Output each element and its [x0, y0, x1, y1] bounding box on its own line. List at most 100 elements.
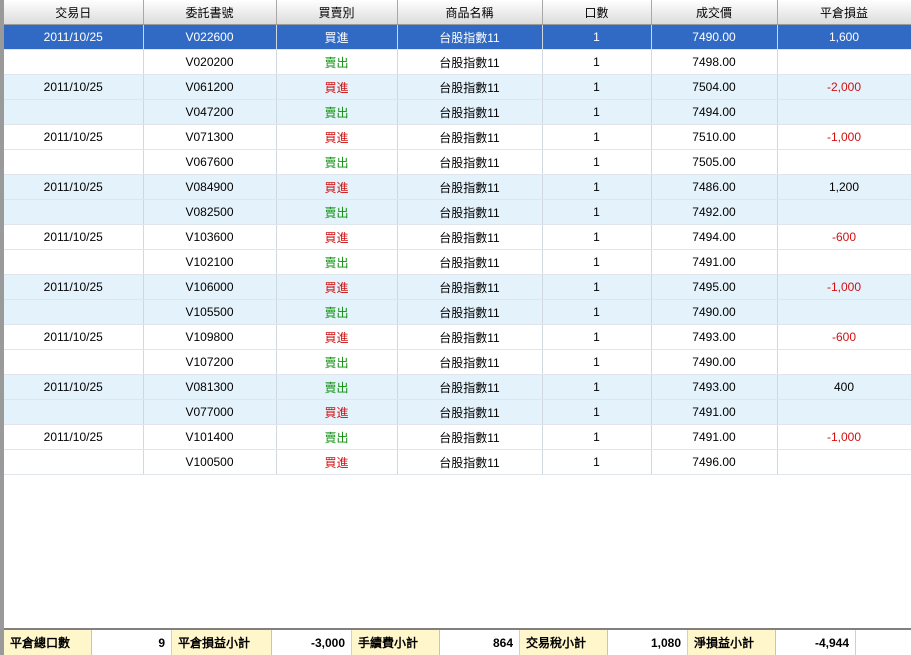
order-no-cell: V081300: [143, 374, 277, 400]
trade-date-cell: [4, 99, 144, 125]
trade-date-cell: [4, 249, 144, 275]
order-no-cell: V107200: [143, 349, 277, 375]
product-cell: 台股指數11: [397, 299, 543, 325]
pl-cell: [777, 299, 911, 325]
table-row[interactable]: 2011/10/25 V084900 買進 台股指數11 1 7486.00 1,200: [4, 174, 911, 200]
footer-filler: [856, 630, 911, 655]
order-no-cell: V102100: [143, 249, 277, 275]
qty-cell: 1: [542, 449, 652, 475]
table-row[interactable]: V082500 賣出 台股指數11 1 7492.00: [4, 199, 911, 225]
trade-date-cell: 2011/10/25: [4, 174, 144, 200]
qty-cell: 1: [542, 24, 652, 50]
side-cell: 買進: [276, 124, 398, 150]
qty-cell: 1: [542, 299, 652, 325]
table-row[interactable]: V047200 賣出 台股指數11 1 7494.00: [4, 99, 911, 125]
pl-cell: [777, 199, 911, 225]
side-cell: 賣出: [276, 49, 398, 75]
product-cell: 台股指數11: [397, 249, 543, 275]
pl-cell: -1,000: [777, 124, 911, 150]
table-row[interactable]: V100500 買進 台股指數11 1 7496.00: [4, 449, 911, 475]
price-cell: 7496.00: [651, 449, 778, 475]
trade-date-cell: 2011/10/25: [4, 74, 144, 100]
trade-date-cell: 2011/10/25: [4, 324, 144, 350]
tax-subtotal-value: 1,080: [608, 630, 688, 655]
trade-date-cell: [4, 149, 144, 175]
table-row[interactable]: 2011/10/25 V071300 買進 台股指數11 1 7510.00 -1,000: [4, 124, 911, 150]
trade-date-cell: 2011/10/25: [4, 424, 144, 450]
side-cell: 買進: [276, 24, 398, 50]
qty-cell: 1: [542, 349, 652, 375]
pl-cell: [777, 349, 911, 375]
order-no-cell: V105500: [143, 299, 277, 325]
pl-cell: -2,000: [777, 74, 911, 100]
trade-date-cell: [4, 449, 144, 475]
fee-subtotal-value: 864: [440, 630, 520, 655]
price-cell: 7495.00: [651, 274, 778, 300]
column-header-order-no[interactable]: 委託書號: [143, 0, 277, 25]
pl-cell: 400: [777, 374, 911, 400]
summary-bar: 平倉總口數 9 平倉損益小計 -3,000 手續費小計 864 交易稅小計 1,…: [4, 628, 911, 655]
table-row[interactable]: 2011/10/25 V101400 賣出 台股指數11 1 7491.00 -1,000: [4, 424, 911, 450]
column-header-product[interactable]: 商品名稱: [397, 0, 543, 25]
product-cell: 台股指數11: [397, 374, 543, 400]
table-row[interactable]: V067600 賣出 台股指數11 1 7505.00: [4, 149, 911, 175]
total-lots-value: 9: [92, 630, 172, 655]
column-header-price[interactable]: 成交價: [651, 0, 778, 25]
pl-subtotal-label: 平倉損益小計: [172, 630, 272, 655]
table-row[interactable]: V020200 賣出 台股指數11 1 7498.00: [4, 49, 911, 75]
table-row[interactable]: V077000 買進 台股指數11 1 7491.00: [4, 399, 911, 425]
table-row[interactable]: V102100 賣出 台股指數11 1 7491.00: [4, 249, 911, 275]
table-row[interactable]: 2011/10/25 V103600 買進 台股指數11 1 7494.00 -600: [4, 224, 911, 250]
column-header-pl[interactable]: 平倉損益: [777, 0, 911, 25]
qty-cell: 1: [542, 274, 652, 300]
qty-cell: 1: [542, 374, 652, 400]
price-cell: 7504.00: [651, 74, 778, 100]
order-no-cell: V082500: [143, 199, 277, 225]
side-cell: 賣出: [276, 149, 398, 175]
table-row[interactable]: V105500 賣出 台股指數11 1 7490.00: [4, 299, 911, 325]
price-cell: 7490.00: [651, 24, 778, 50]
pl-cell: [777, 149, 911, 175]
product-cell: 台股指數11: [397, 399, 543, 425]
side-cell: 賣出: [276, 424, 398, 450]
product-cell: 台股指數11: [397, 349, 543, 375]
price-cell: 7498.00: [651, 49, 778, 75]
table-row[interactable]: 2011/10/25 V106000 買進 台股指數11 1 7495.00 -1,000: [4, 274, 911, 300]
product-cell: 台股指數11: [397, 274, 543, 300]
column-header-side[interactable]: 買賣別: [276, 0, 398, 25]
trade-date-cell: 2011/10/25: [4, 24, 144, 50]
pl-cell: [777, 99, 911, 125]
price-cell: 7486.00: [651, 174, 778, 200]
qty-cell: 1: [542, 74, 652, 100]
column-header-trade-date[interactable]: 交易日: [4, 0, 144, 25]
qty-cell: 1: [542, 149, 652, 175]
price-cell: 7491.00: [651, 424, 778, 450]
table-row[interactable]: 2011/10/25 V061200 買進 台股指數11 1 7504.00 -2,000: [4, 74, 911, 100]
order-no-cell: V022600: [143, 24, 277, 50]
trade-date-cell: [4, 299, 144, 325]
side-cell: 買進: [276, 224, 398, 250]
total-lots-label: 平倉總口數: [4, 630, 92, 655]
price-cell: 7491.00: [651, 249, 778, 275]
column-header-qty[interactable]: 口數: [542, 0, 652, 25]
side-cell: 賣出: [276, 349, 398, 375]
trade-date-cell: 2011/10/25: [4, 374, 144, 400]
price-cell: 7494.00: [651, 99, 778, 125]
net-subtotal-label: 淨損益小計: [688, 630, 776, 655]
table-row[interactable]: V107200 賣出 台股指數11 1 7490.00: [4, 349, 911, 375]
order-no-cell: V047200: [143, 99, 277, 125]
pl-subtotal-value: -3,000: [272, 630, 352, 655]
order-no-cell: V020200: [143, 49, 277, 75]
pl-cell: [777, 249, 911, 275]
product-cell: 台股指數11: [397, 99, 543, 125]
pl-cell: -1,000: [777, 274, 911, 300]
product-cell: 台股指數11: [397, 174, 543, 200]
table-row[interactable]: 2011/10/25 V022600 買進 台股指數11 1 7490.00 1,600: [4, 24, 911, 50]
price-cell: 7505.00: [651, 149, 778, 175]
price-cell: 7493.00: [651, 374, 778, 400]
table-row[interactable]: 2011/10/25 V109800 買進 台股指數11 1 7493.00 -600: [4, 324, 911, 350]
trade-date-cell: 2011/10/25: [4, 124, 144, 150]
table-row[interactable]: 2011/10/25 V081300 賣出 台股指數11 1 7493.00 400: [4, 374, 911, 400]
product-cell: 台股指數11: [397, 74, 543, 100]
order-no-cell: V077000: [143, 399, 277, 425]
